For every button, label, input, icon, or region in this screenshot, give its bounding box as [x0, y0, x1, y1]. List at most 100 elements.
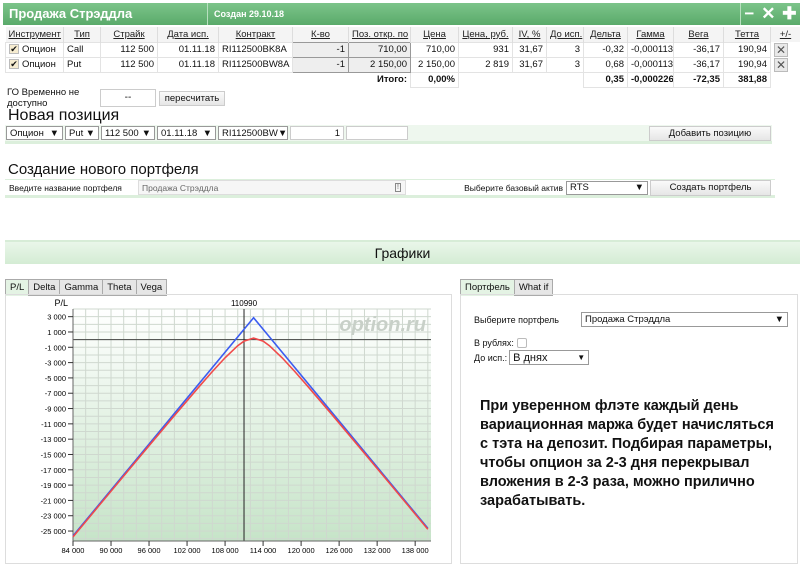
column-header[interactable]: К-во [293, 27, 349, 42]
type-select[interactable]: Put▼ [65, 126, 99, 140]
x-tick-label: 120 000 [288, 546, 315, 555]
info-icon: ! [395, 183, 401, 192]
cell-text: Опцион [22, 59, 56, 70]
column-header[interactable]: IV, % [513, 27, 547, 42]
column-header: +/- [771, 27, 800, 42]
column-header[interactable]: Тетта [724, 27, 771, 42]
cell-text: 2 150,00 [370, 59, 407, 70]
column-header[interactable]: Тип [64, 27, 101, 42]
chart-panel: option.ru110990P/L3 0001 000-1 000-3 000… [5, 294, 452, 564]
cell-price_rub: 2 819 [459, 57, 513, 72]
close-icon[interactable]: ✕ [761, 4, 775, 24]
date-select[interactable]: 01.11.18▼ [157, 126, 216, 140]
cell-text: Опцион [22, 44, 56, 55]
column-header[interactable]: Цена [411, 27, 459, 42]
x-tick-label: 138 000 [402, 546, 429, 555]
minus-icon[interactable]: − [744, 4, 754, 24]
column-header[interactable]: До исп. [547, 27, 584, 42]
watermark: option.ru [339, 314, 426, 336]
add-position-button[interactable]: Добавить позицию [649, 126, 771, 141]
column-header[interactable]: Инструмент [6, 27, 64, 42]
portfolio-select[interactable]: Продажа Стрэддла▼ [581, 312, 788, 327]
x-tick-label: 126 000 [326, 546, 353, 555]
remove-row-icon[interactable]: ✕ [774, 43, 788, 57]
table-row: ✔ОпционCall112 50001.11.18RI112500BK8A-1… [6, 42, 800, 57]
plus-icon[interactable]: ✚ [782, 4, 796, 24]
cell-price_rub: 931 [459, 42, 513, 57]
cell-qty[interactable]: -1 [293, 57, 349, 72]
cell-vega: -36,17 [674, 57, 724, 72]
new-portfolio-title: Создание нового портфеля [8, 161, 199, 178]
cell-text: Call [67, 44, 83, 55]
portfolio-name-input[interactable]: Продажа Стрэддла! [138, 180, 406, 195]
column-header[interactable]: Вега [674, 27, 724, 42]
cell-text: 931 [493, 44, 509, 55]
cell-strike: 112 500 [101, 42, 158, 57]
row-checkbox[interactable]: ✔ [9, 59, 19, 69]
instrument-select[interactable]: Опцион▼ [6, 126, 63, 140]
cell-theta: 190,94 [724, 57, 771, 72]
cell-iv: 31,67 [513, 42, 547, 57]
cell-open[interactable]: 710,00 [349, 42, 411, 57]
pl-chart[interactable]: option.ru110990P/L3 0001 000-1 000-3 000… [6, 295, 453, 565]
positions-table: ИнструментТипСтрайкДата исп.КонтрактК-во… [5, 27, 800, 88]
quantity-input[interactable]: 1 [290, 126, 344, 140]
column-header[interactable]: Дата исп. [158, 27, 219, 42]
cell-contract: RI112500BK8A [219, 42, 293, 57]
cell-text: 710,00 [426, 44, 455, 55]
column-header[interactable]: Дельта [584, 27, 628, 42]
base-asset-select[interactable]: RTS▼ [566, 181, 648, 195]
x-tick-label: 90 000 [100, 546, 123, 555]
column-header[interactable]: Поз. откр. по [349, 27, 411, 42]
cell-price: 2 150,00 [411, 57, 459, 72]
cell-text: 31,67 [519, 59, 543, 70]
recalculate-button[interactable]: пересчитать [159, 91, 225, 106]
remove-row-icon[interactable]: ✕ [774, 58, 788, 72]
cell-qty[interactable]: -1 [293, 42, 349, 57]
rubles-checkbox[interactable] [517, 338, 527, 348]
cell-theta: 190,94 [724, 42, 771, 57]
expiration-select[interactable]: В днях▼ [509, 350, 589, 365]
cell-text: 3 [575, 44, 580, 55]
strategy-note: При уверенном флэте каждый день вариацио… [480, 397, 780, 511]
contract-select[interactable]: RI112500BW▼ [218, 126, 288, 140]
create-portfolio-button[interactable]: Создать портфель [650, 180, 771, 196]
cell-contract: RI112500BW8A [219, 57, 293, 72]
totals-row: Итого:0,00%0,35-0,000226-72,35381,88 [6, 72, 800, 87]
y-axis-label: P/L [54, 298, 68, 308]
cell-text: 2 150,00 [418, 59, 455, 70]
row-checkbox[interactable]: ✔ [9, 44, 19, 54]
cell-text: RI112500BK8A [222, 44, 287, 55]
y-tick-label: 3 000 [47, 313, 66, 322]
rubles-label: В рублях: [474, 338, 514, 348]
cell-iv: 31,67 [513, 57, 547, 72]
cell-text: 112 500 [120, 59, 154, 70]
cell-text: -36,17 [693, 59, 720, 70]
cell-date: 01.11.18 [158, 57, 219, 72]
current-price-label: 110990 [231, 299, 258, 308]
x-tick-label: 96 000 [138, 546, 161, 555]
cell-text: 0,68 [606, 59, 625, 70]
strike-select[interactable]: 112 500▼ [101, 126, 155, 140]
column-header[interactable]: Контракт [219, 27, 293, 42]
column-header[interactable]: Страйк [101, 27, 158, 42]
cell-text: 31,67 [519, 44, 543, 55]
column-header[interactable]: Гамма [628, 27, 674, 42]
price-input[interactable] [346, 126, 408, 140]
cell-type: Put [64, 57, 101, 72]
total-gamma: -0,000226 [628, 72, 674, 87]
cell-open[interactable]: 2 150,00 [349, 57, 411, 72]
cell-type: Call [64, 42, 101, 57]
created-date: Создан 29.10.18 [208, 9, 740, 19]
cell-strike: 112 500 [101, 57, 158, 72]
cell-text: 190,94 [738, 44, 767, 55]
y-tick-label: -9 000 [45, 405, 66, 414]
cell-delta: -0,32 [584, 42, 628, 57]
column-header[interactable]: Цена, руб. [459, 27, 513, 42]
cell-text: -0,32 [602, 44, 624, 55]
cell-delta: 0,68 [584, 57, 628, 72]
cell-text: RI112500BW8A [222, 59, 289, 70]
cell-instrument: ✔Опцион [6, 42, 64, 57]
y-tick-label: -25 000 [41, 527, 66, 536]
x-tick-label: 84 000 [62, 546, 85, 555]
